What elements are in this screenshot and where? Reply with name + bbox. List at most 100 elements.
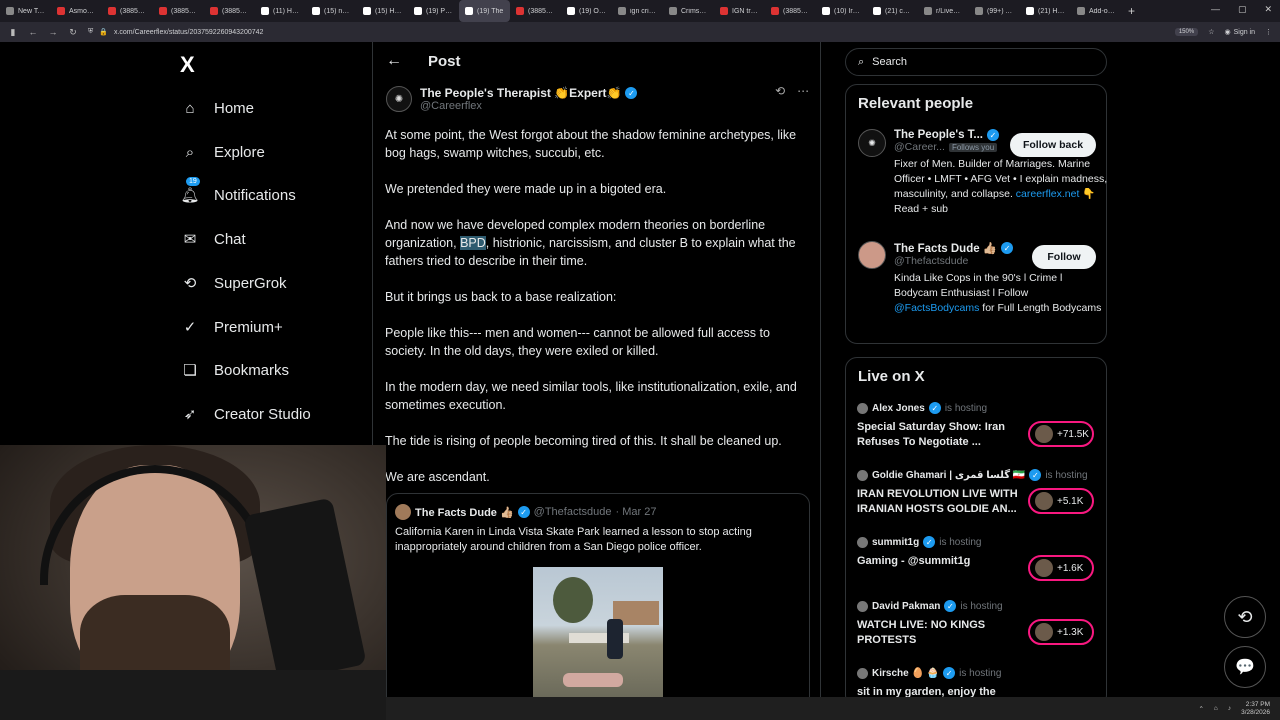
host-avatar[interactable]	[857, 536, 868, 548]
browser-tab[interactable]: (15) no kin	[306, 0, 357, 22]
new-tab-button[interactable]: +	[1122, 4, 1141, 18]
quote-handle[interactable]: @Thefactsdude	[534, 506, 612, 518]
host-avatar[interactable]	[857, 469, 868, 481]
live-item[interactable]: summit1g ✓ is hosting Gaming - @summit1g	[857, 536, 1025, 569]
person-name[interactable]: The Facts Dude 👍🏼	[894, 241, 997, 255]
minimize-icon[interactable]: —	[1211, 4, 1220, 15]
bio-link[interactable]: careerflex.net	[1016, 188, 1080, 200]
browser-tab[interactable]: (3885) criti	[153, 0, 204, 22]
quoted-post[interactable]: The Facts Dude 👍🏼 ✓ @Thefactsdude · Mar …	[386, 493, 810, 720]
live-item[interactable]: Alex Jones ✓ is hosting Special Saturday Sh…	[857, 402, 1025, 450]
x-logo[interactable]: X	[180, 52, 195, 78]
listener-count: +71.5K	[1057, 428, 1089, 440]
reload-icon[interactable]: ↻	[68, 27, 78, 38]
browser-tab[interactable]: IGN trying	[714, 0, 765, 22]
host-avatar[interactable]	[857, 402, 868, 414]
quote-image[interactable]	[533, 567, 663, 697]
host-name[interactable]: David Pakman	[872, 601, 940, 612]
browser-tab[interactable]: (15) Home	[357, 0, 408, 22]
follow-back-button[interactable]: Follow back	[1010, 133, 1096, 157]
nav-item-premium[interactable]: ✓ Premium+	[180, 315, 283, 339]
nav-item-bookmarks[interactable]: ❏ Bookmarks	[180, 358, 289, 382]
nav-item-creator-studio[interactable]: ➶ Creator Studio	[180, 402, 311, 426]
person-avatar[interactable]	[858, 241, 886, 269]
bio-link[interactable]: @FactsBodycams	[894, 302, 979, 314]
browser-tab[interactable]: (21) Home	[1020, 0, 1071, 22]
browser-tab[interactable]: (19) OSINT	[561, 0, 612, 22]
volume-icon[interactable]: ♪	[1228, 705, 1231, 712]
browser-tab[interactable]: (11) Home	[255, 0, 306, 22]
browser-tab[interactable]: (19) The	[459, 0, 510, 22]
clock[interactable]: 2:37 PM 3/28/2026	[1241, 701, 1270, 717]
nav-item-notifications[interactable]: 🔔︎ 19 Notifications	[180, 177, 296, 207]
post-author[interactable]: ✺ The People's Therapist 👏Expert👏 ✓ @Care…	[386, 86, 638, 112]
network-icon[interactable]: ⌂	[1214, 705, 1218, 712]
maximize-icon[interactable]: ▢	[1238, 4, 1247, 15]
nav-item-explore[interactable]: ⌕ Explore	[180, 140, 265, 164]
star-icon[interactable]: ☆	[1208, 28, 1214, 36]
nav-item-supergrok[interactable]: ⟲ SuperGrok	[180, 271, 287, 295]
host-name[interactable]: Alex Jones	[872, 403, 925, 414]
person-name[interactable]: The People's T...	[894, 129, 983, 141]
browser-tab[interactable]: Asmongold	[51, 0, 102, 22]
back-arrow-icon[interactable]: ←	[386, 52, 402, 70]
nav-item-home[interactable]: ⌂ Home	[180, 96, 254, 120]
sign-in-button[interactable]: ◉ Sign in	[1224, 28, 1255, 37]
host-avatar[interactable]	[857, 667, 868, 679]
host-name[interactable]: summit1g	[872, 537, 919, 548]
chat-fab[interactable]: 💬	[1224, 646, 1266, 688]
more-icon[interactable]: ⋯	[797, 84, 809, 98]
author-name[interactable]: The People's Therapist 👏Expert👏	[420, 86, 621, 100]
browser-tab[interactable]: ign crimso	[612, 0, 663, 22]
address-field[interactable]: ⛨ 🔒 x.com/Careerflex/status/203759226094…	[88, 25, 1165, 39]
person-handle[interactable]: @Career...	[894, 141, 945, 153]
sidebar-icon[interactable]: ▮	[8, 27, 18, 38]
browser-tab[interactable]: (99+) All C	[969, 0, 1020, 22]
quote-avatar[interactable]	[395, 504, 411, 520]
grok-fab[interactable]: ⟲	[1224, 596, 1266, 638]
quote-author-name[interactable]: The Facts Dude 👍🏼	[415, 506, 514, 519]
back-icon[interactable]: ←	[28, 27, 38, 37]
browser-tab[interactable]: New Tab	[0, 0, 51, 22]
browser-tab[interactable]: (21) caleb	[867, 0, 918, 22]
extensions-icon[interactable]: ⋮	[1265, 28, 1272, 36]
browser-tab[interactable]: (3885) Holi	[765, 0, 816, 22]
host-name[interactable]: Goldie Ghamari | گلسا قمری 🇮🇷	[872, 470, 1025, 481]
author-handle[interactable]: @Careerflex	[420, 100, 637, 112]
live-title[interactable]: WATCH LIVE: NO KINGS PROTESTS	[857, 618, 1025, 648]
browser-tab[interactable]: r/Livestrea	[918, 0, 969, 22]
close-icon[interactable]: ✕	[1264, 4, 1272, 15]
person-avatar[interactable]: ✺	[858, 129, 886, 157]
live-item[interactable]: Kirsche 🥚 🧁 ✓ is hosting sit in my garden, …	[857, 667, 1025, 700]
zoom-level[interactable]: 150%	[1174, 28, 1199, 36]
listener-count-pill[interactable]: +71.5K	[1028, 421, 1094, 447]
listener-count-pill[interactable]: +1.6K	[1028, 555, 1094, 581]
live-title[interactable]: Gaming - @summit1g	[857, 554, 1025, 569]
forward-icon[interactable]: →	[48, 27, 58, 37]
browser-tab[interactable]: (10) Iran N	[816, 0, 867, 22]
browser-tab[interactable]: (3885) Not	[510, 0, 561, 22]
quote-date[interactable]: · Mar 27	[615, 506, 656, 518]
url-text: x.com/Careerflex/status/2037592260943200…	[113, 28, 264, 36]
live-item[interactable]: David Pakman ✓ is hosting WATCH LIVE: NO KI…	[857, 600, 1025, 648]
live-title[interactable]: IRAN REVOLUTION LIVE WITH IRANIAN HOSTS …	[857, 487, 1025, 517]
listener-count-pill[interactable]: +1.3K	[1028, 619, 1094, 645]
nav-item-chat[interactable]: ✉ Chat	[180, 227, 246, 251]
tab-label: New Tab	[18, 7, 45, 15]
browser-tab[interactable]: (19) Posts	[408, 0, 459, 22]
browser-tab[interactable]: Crimson D	[663, 0, 714, 22]
author-avatar[interactable]: ✺	[386, 86, 412, 112]
listener-count-pill[interactable]: +5.1K	[1028, 488, 1094, 514]
browser-tab[interactable]: (3885) This	[204, 0, 255, 22]
browser-tab[interactable]: Add-ons N	[1071, 0, 1122, 22]
tray-icon[interactable]: ⌃	[1198, 705, 1203, 713]
host-name[interactable]: Kirsche 🥚 🧁	[872, 668, 939, 679]
browser-tab[interactable]: (3885) TOP	[102, 0, 153, 22]
follow-button[interactable]: Follow	[1032, 245, 1096, 269]
grok-icon[interactable]: ⟲	[775, 84, 785, 98]
search-input[interactable]: ⌕ Search	[845, 48, 1107, 76]
person-handle[interactable]: @Thefactsdude	[894, 255, 968, 267]
host-avatar[interactable]	[857, 600, 868, 612]
live-title[interactable]: Special Saturday Show: Iran Refuses To N…	[857, 420, 1025, 450]
post-paragraph: We pretended they were made up in a bigo…	[385, 182, 667, 196]
